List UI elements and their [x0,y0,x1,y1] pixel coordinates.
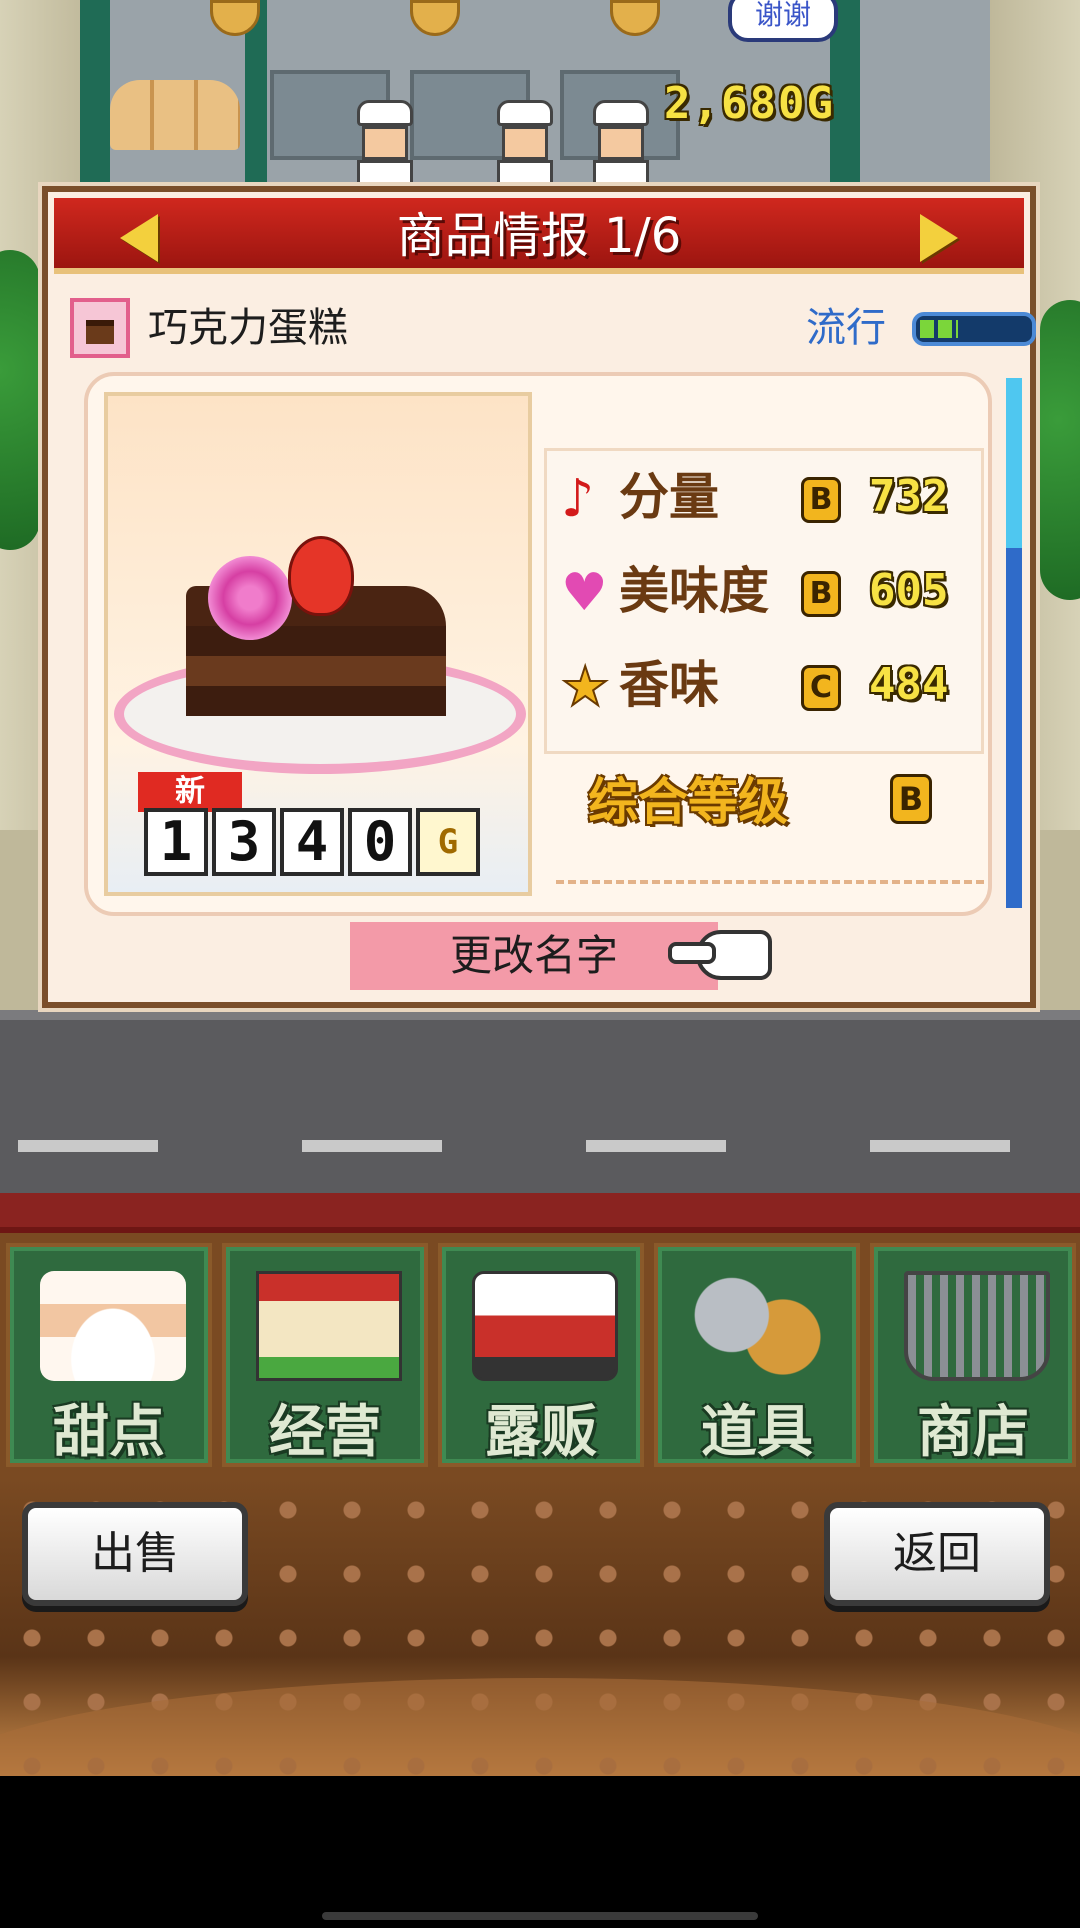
pointing-hand-icon [668,930,772,980]
stat-label: 香味 [619,656,719,714]
price-tag: 新 1 3 4 0 G [138,772,506,884]
price-digit: 1 [144,808,208,876]
home-indicator[interactable] [322,1912,758,1920]
price-digit: 3 [212,808,276,876]
sell-button[interactable]: 出售 [22,1502,248,1606]
music-note-icon: ♪ [561,469,595,529]
shop-pillar [80,0,110,190]
tree-icon [1040,300,1080,600]
menu-label: 甜点 [53,1400,165,1465]
product-info-dialog: 商品情报 1/6 巧克力蛋糕 流行 新 1 3 4 0 G ♪ 分量 B 732… [42,186,1036,1008]
product-picture: 新 1 3 4 0 G [104,392,532,896]
stat-row-quantity: ♪ 分量 B 732 [561,457,977,537]
menu-street-stall[interactable]: 露贩 [438,1243,644,1467]
food-truck-icon [472,1271,618,1381]
stat-row-aroma: ★ 香味 C 484 [560,645,977,725]
cake-icon [40,1271,186,1381]
back-button[interactable]: 返回 [824,1502,1050,1606]
chef-character [350,100,420,190]
trend-meter-fill [920,320,958,338]
scrollbar[interactable] [1006,378,1022,908]
menu-management[interactable]: 经营 [222,1243,428,1467]
main-menu: 甜点 经营 露贩 道具 商店 [0,1233,1080,1478]
menu-items[interactable]: 道具 [654,1243,860,1467]
menu-label: 商店 [917,1400,1029,1465]
divider [556,880,984,884]
road-marking [302,1140,442,1152]
trend-label: 流行 [806,305,886,351]
system-nav-area [0,1776,1080,1928]
chef-character [490,100,560,190]
menu-label: 经营 [269,1400,381,1465]
menu-store[interactable]: 商店 [870,1243,1076,1467]
stats-box: ♪ 分量 B 732 ♥ 美味度 B 605 ★ 香味 C 484 [544,448,984,754]
gear-bag-icon [688,1271,834,1381]
stat-value: 605 [869,565,949,616]
strawberry-icon [288,536,354,616]
menu-label: 道具 [701,1400,813,1465]
road-marking [870,1140,1010,1152]
stat-rank-badge: C [801,665,841,711]
bread-display [110,80,240,150]
product-name: 巧克力蛋糕 [148,305,348,351]
menu-label: 露贩 [485,1400,597,1465]
dialog-header: 商品情报 1/6 [54,198,1024,274]
chef-character [586,100,656,190]
cake-slice-icon [70,298,130,358]
stat-rank-badge: B [801,571,841,617]
gold-coin-icon: G [416,808,480,876]
heart-icon: ♥ [561,563,608,623]
price-digit: 0 [348,808,412,876]
scrollbar-thumb[interactable] [1006,378,1022,548]
speech-bubble: 谢谢 [728,0,838,42]
stat-value: 484 [869,659,949,710]
overall-grade-badge: B [890,774,932,824]
stat-label: 分量 [619,468,719,526]
stat-label: 美味度 [619,562,769,620]
menu-top-band [0,1193,1080,1233]
star-icon: ★ [560,655,610,718]
overall-grade-label: 综合等级 [588,773,788,831]
tree-icon [0,250,40,550]
shop-icon [256,1271,402,1381]
rose-decoration-icon [208,556,292,640]
stat-value: 732 [869,471,949,522]
trend-meter [912,312,1036,346]
rename-button[interactable]: 更改名字 [350,922,718,990]
dialog-title: 商品情报 1/6 [396,208,682,264]
stat-row-taste: ♥ 美味度 B 605 [561,551,977,631]
price-digits: 1 3 4 0 G [144,808,480,876]
new-badge: 新 [138,772,242,812]
bottom-action-bar: 出售 返回 [0,1478,1080,1878]
menu-desserts[interactable]: 甜点 [6,1243,212,1467]
money-counter: 2,680G [664,78,835,129]
shopping-cart-icon [904,1271,1050,1381]
road-marking [18,1140,158,1152]
next-arrow-icon[interactable] [920,214,958,262]
road-marking [586,1140,726,1152]
road [0,1010,1080,1200]
price-digit: 4 [280,808,344,876]
product-name-row: 巧克力蛋糕 流行 [70,296,1036,360]
stat-rank-badge: B [801,477,841,523]
